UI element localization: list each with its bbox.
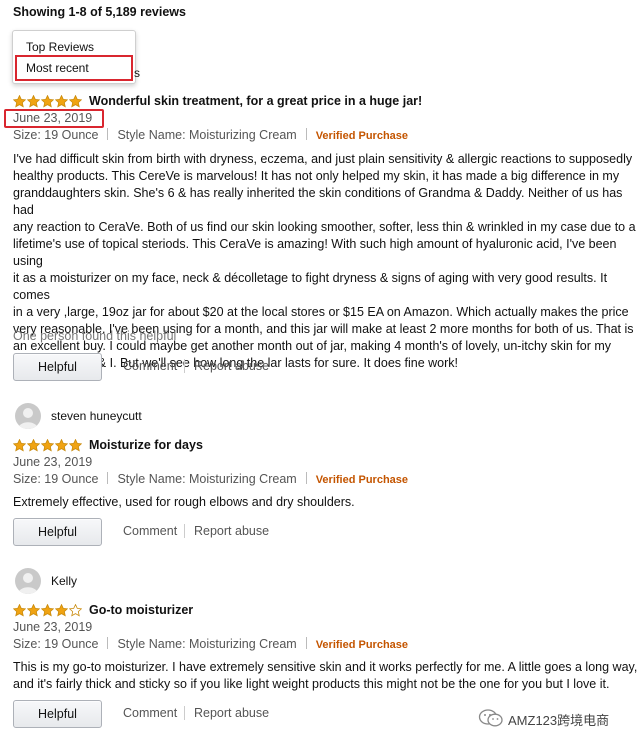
review-3-title[interactable]: Go-to moisturizer <box>89 603 193 617</box>
wechat-logo-icon <box>478 708 504 731</box>
review-2-date: June 23, 2019 <box>13 455 93 469</box>
divider <box>107 128 109 140</box>
review-1-helpful-button[interactable]: Helpful <box>13 353 102 381</box>
review-2-comment-link[interactable]: Comment <box>123 524 177 538</box>
default-avatar-icon <box>18 573 38 594</box>
review-1-helpful-count: One person found this helpful <box>13 329 177 343</box>
divider <box>184 706 185 720</box>
review-3-date: June 23, 2019 <box>13 620 93 634</box>
star-filled-icon <box>26 603 41 617</box>
review-2-style[interactable]: Style Name: Moisturizing Cream <box>117 472 296 486</box>
review-1-comment-link[interactable]: Comment <box>123 359 177 373</box>
star-filled-icon <box>54 94 69 108</box>
review-1-body-line: lifetime's use of topical steriods. This… <box>13 237 617 268</box>
review-2-body: Extremely effective, used for rough elbo… <box>13 494 355 511</box>
review-2-report-abuse-link[interactable]: Report abuse <box>194 524 269 538</box>
review-1-report-abuse-link[interactable]: Report abuse <box>194 359 269 373</box>
review-2-helpful-button[interactable]: Helpful <box>13 518 102 546</box>
review-3-verified-badge: Verified Purchase <box>315 639 409 651</box>
review-1-variant-info: Size: 19 Ounce Style Name: Moisturizing C… <box>13 128 408 142</box>
review-count-summary: Showing 1-8 of 5,189 reviews <box>13 5 186 19</box>
star-filled-icon <box>12 94 27 108</box>
review-3-author-name[interactable]: Kelly <box>51 574 77 588</box>
review-3-variant-info: Size: 19 Ounce Style Name: Moisturizing C… <box>13 637 408 651</box>
star-filled-icon <box>12 438 27 452</box>
star-filled-icon <box>40 603 55 617</box>
review-1-body-line: I've had difficult skin from birth with … <box>13 152 633 166</box>
review-3-body-line: and it's fairly thick and sticky so if y… <box>13 677 610 691</box>
highlight-box-review-date <box>4 109 104 128</box>
review-1-body-line: in a very ,large, 19oz jar for about $20… <box>13 305 629 319</box>
default-avatar-icon <box>18 408 38 429</box>
review-1-body-line: healthy products. This CereVe is marvelo… <box>13 169 620 183</box>
review-1-body-line: granddaughter & I. But we'll see how lon… <box>13 356 458 370</box>
star-filled-icon <box>26 438 41 452</box>
star-filled-icon <box>40 94 55 108</box>
review-1-body-line: granddaughters skin. She's 6 & has reall… <box>13 186 623 217</box>
sort-option-top-reviews[interactable]: Top Reviews <box>26 40 94 54</box>
review-2-author-name[interactable]: steven huneycutt <box>51 409 142 423</box>
review-1-style[interactable]: Style Name: Moisturizing Cream <box>117 128 296 142</box>
review-1-size[interactable]: Size: 19 Ounce <box>13 128 98 142</box>
star-filled-icon <box>68 94 83 108</box>
review-2-avatar[interactable] <box>15 403 41 429</box>
sort-dropdown-hidden-label: s <box>134 66 140 80</box>
divider <box>107 637 109 649</box>
review-3-comment-link[interactable]: Comment <box>123 706 177 720</box>
review-2-verified-badge: Verified Purchase <box>315 474 409 486</box>
watermark-text: AMZ123跨境电商 <box>508 713 610 728</box>
divider <box>305 472 307 484</box>
review-3-star-rating <box>12 603 83 617</box>
review-3-report-abuse-link[interactable]: Report abuse <box>194 706 269 720</box>
review-2-size[interactable]: Size: 19 Ounce <box>13 472 98 486</box>
review-3-avatar[interactable] <box>15 568 41 594</box>
review-3-size[interactable]: Size: 19 Ounce <box>13 637 98 651</box>
star-filled-icon <box>40 438 55 452</box>
review-1-star-rating <box>12 94 83 108</box>
review-2-body-line: Extremely effective, used for rough elbo… <box>13 495 355 509</box>
star-filled-icon <box>54 603 69 617</box>
star-filled-icon <box>68 438 83 452</box>
review-1-body-line: it as a moisturizer on my face, neck & d… <box>13 271 608 302</box>
review-2-title[interactable]: Moisturize for days <box>89 438 203 452</box>
star-empty-icon <box>68 603 83 617</box>
star-filled-icon <box>12 603 27 617</box>
divider <box>184 359 185 373</box>
star-filled-icon <box>54 438 69 452</box>
review-2-star-rating <box>12 438 83 452</box>
review-3-helpful-button[interactable]: Helpful <box>13 700 102 728</box>
review-1-body-line: any reaction to CeraVe. Both of us find … <box>13 220 636 234</box>
review-3-body-line: This is my go-to moisturizer. I have ext… <box>13 660 638 674</box>
review-1-verified-badge: Verified Purchase <box>315 130 409 142</box>
star-filled-icon <box>26 94 41 108</box>
review-1-title[interactable]: Wonderful skin treatment, for a great pr… <box>89 94 422 108</box>
sort-dropdown-menu[interactable]: Top Reviews Most recent <box>12 30 136 84</box>
highlight-box-most-recent <box>15 55 133 81</box>
divider <box>107 472 109 484</box>
divider <box>305 637 307 649</box>
divider <box>184 524 185 538</box>
review-3-body: This is my go-to moisturizer. I have ext… <box>13 659 638 693</box>
review-3-style[interactable]: Style Name: Moisturizing Cream <box>117 637 296 651</box>
divider <box>305 128 307 140</box>
review-2-variant-info: Size: 19 Ounce Style Name: Moisturizing C… <box>13 472 408 486</box>
